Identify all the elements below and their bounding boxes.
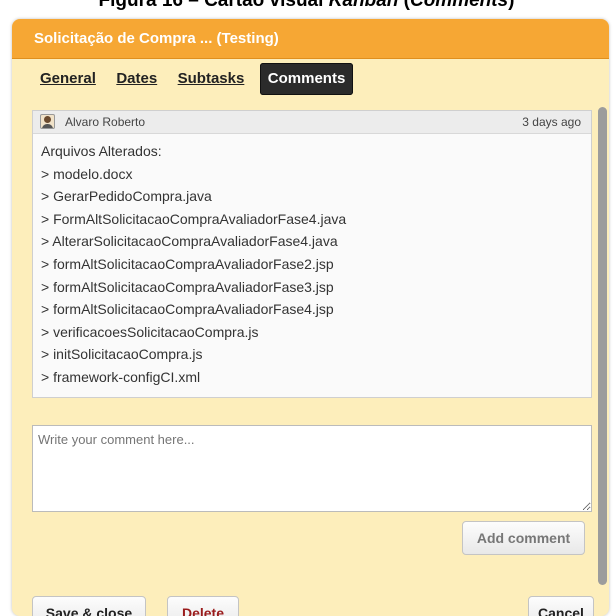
scrollbar[interactable] [598,107,607,585]
tab-general[interactable]: General [35,63,101,95]
comment-line: > formAltSolicitacaoCompraAvaliadorFase4… [41,301,334,318]
comment-line: > formAltSolicitacaoCompraAvaliadorFase3… [41,278,334,295]
user-avatar-icon [40,114,55,129]
comment-line: > formAltSolicitacaoCompraAvaliadorFase2… [41,255,334,272]
caption-italic-comments: Comments [409,0,509,11]
figure-caption: Figura 16 – Cartão visual Kanban (Commen… [0,0,613,12]
comment-line: > modelo.docx [41,165,133,182]
comment-line: > GerarPedidoCompra.java [41,188,212,205]
comment-line: > FormAltSolicitacaoCompraAvaliadorFase4… [41,210,347,227]
comment-line: > AlterarSolicitacaoCompraAvaliadorFase4… [41,233,338,250]
cancel-button[interactable]: Cancel [528,596,594,616]
comment-line: Arquivos Alterados: [41,143,162,159]
tab-dates[interactable]: Dates [111,63,162,95]
comment-author: Alvaro Roberto [65,115,146,129]
comment-entry: Alvaro Roberto 3 days ago Arquivos Alter… [32,110,592,398]
save-close-button[interactable]: Save & close [32,596,146,616]
comment-header: Alvaro Roberto 3 days ago [33,111,591,134]
caption-close: ) [508,0,515,11]
tab-bar: General Dates Subtasks Comments [35,63,359,97]
add-comment-button[interactable]: Add comment [462,521,585,555]
caption-prefix: Figura 16 – Cartão visual [98,0,329,11]
comment-input[interactable] [32,425,592,512]
card-title: Solicitação de Compra ... (Testing) [12,19,609,59]
comment-body: Arquivos Alterados: > modelo.docx > Gera… [33,134,591,389]
tab-subtasks[interactable]: Subtasks [173,63,250,95]
delete-button[interactable]: Delete [167,596,239,616]
comment-timestamp: 3 days ago [522,115,581,129]
kanban-card-dialog: Solicitação de Compra ... (Testing) Gene… [12,19,609,616]
caption-italic: Kanban [328,0,399,11]
caption-open: ( [398,0,410,11]
tab-comments[interactable]: Comments [259,63,354,95]
comment-line: > framework-configCI.xml [41,368,201,385]
comment-line: > verificacoesSolicitacaoCompra.js [41,323,259,340]
comment-line: > initSolicitacaoCompra.js [41,346,203,363]
